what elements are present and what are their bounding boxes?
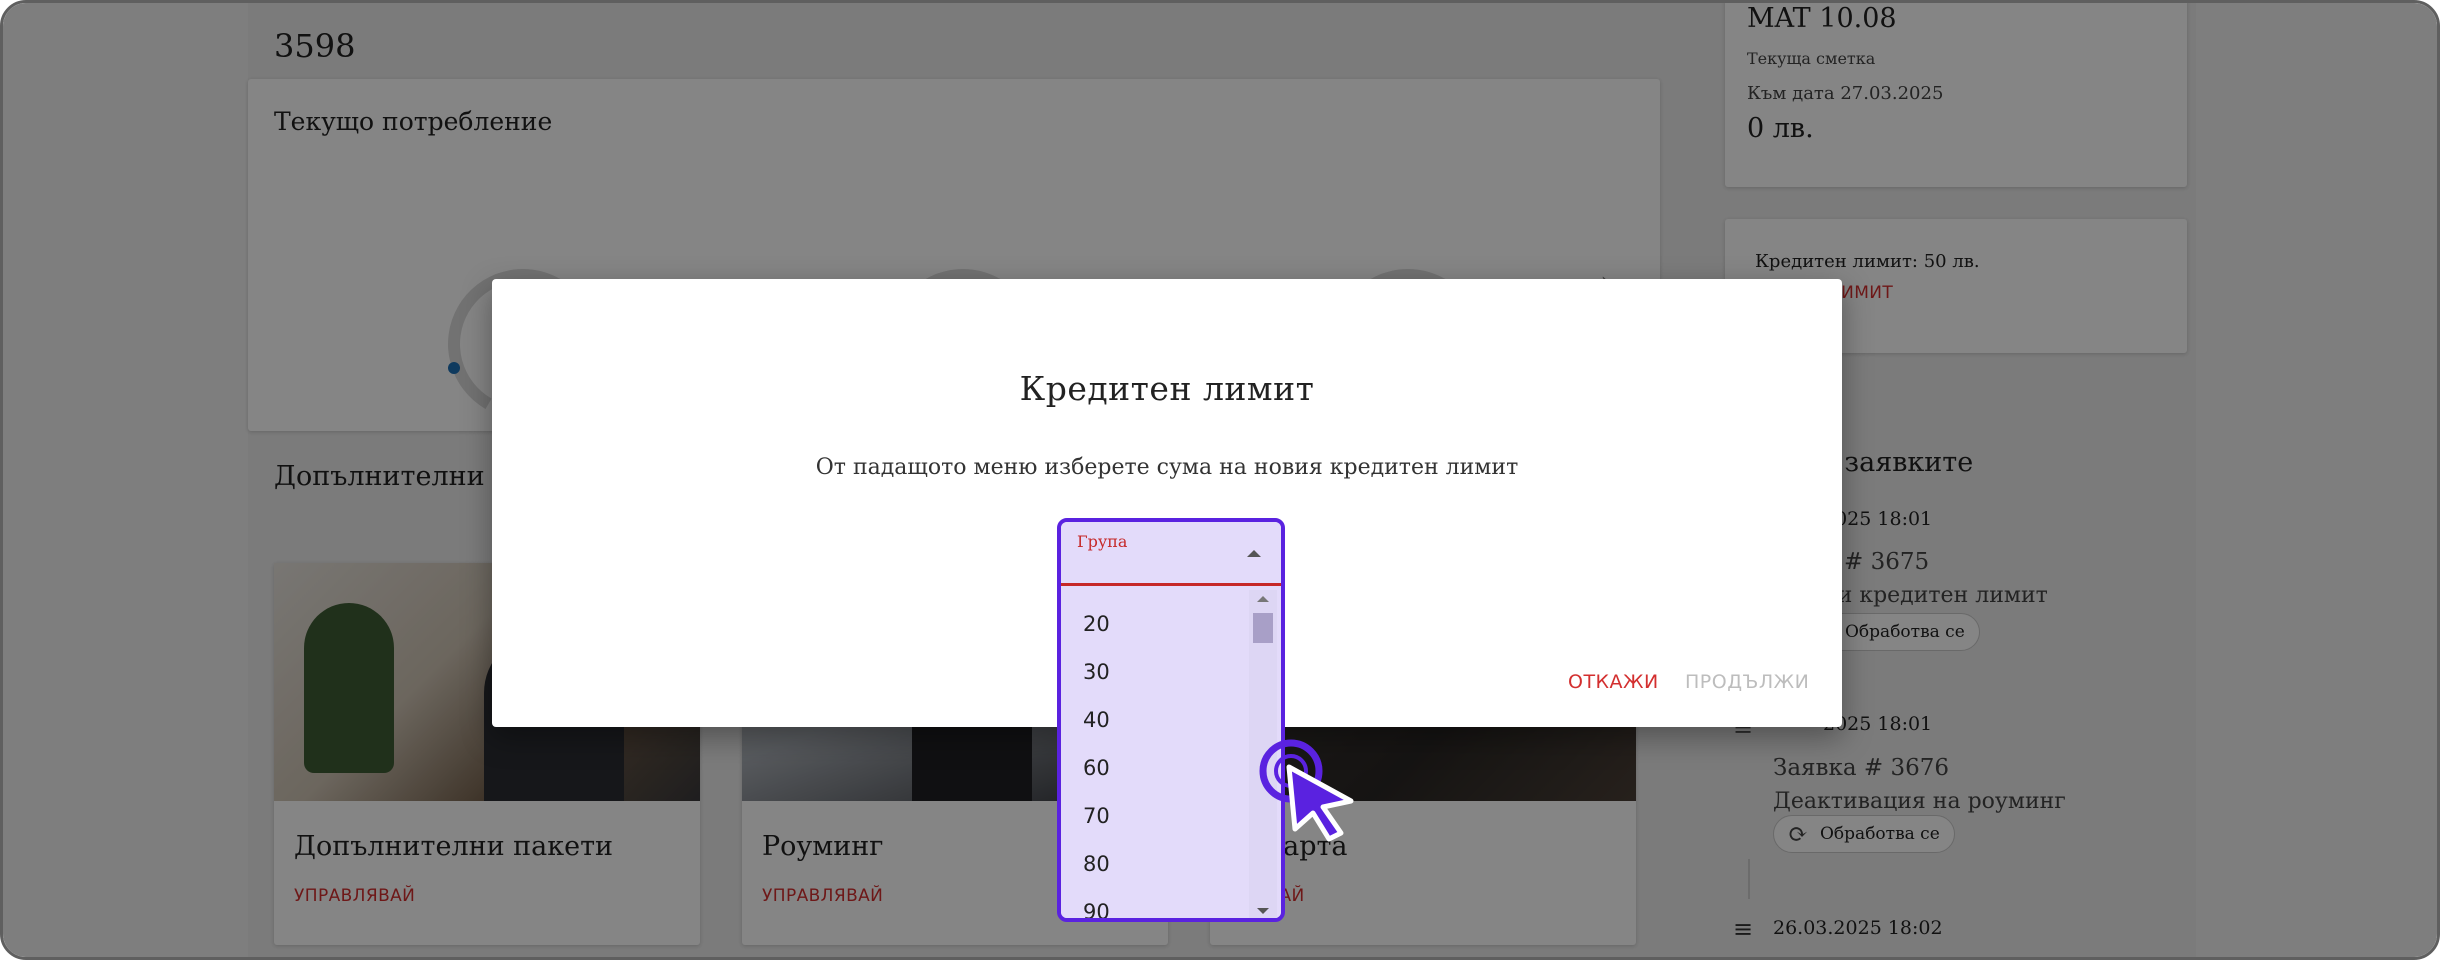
option-item[interactable]: 70 (1083, 804, 1110, 828)
option-item[interactable]: 40 (1083, 708, 1110, 732)
scroll-down-arrow-icon[interactable] (1257, 908, 1269, 914)
dialog-message: От падащото меню изберете сума на новия … (815, 455, 1519, 480)
scrollbar-thumb[interactable] (1253, 613, 1273, 643)
options-list: 20 30 40 60 70 80 90 (1061, 590, 1281, 918)
option-item[interactable]: 80 (1083, 852, 1110, 876)
pointer-cursor-icon (1259, 739, 1354, 842)
option-item[interactable]: 90 (1083, 900, 1110, 918)
scroll-up-arrow-icon[interactable] (1257, 596, 1269, 602)
option-item[interactable]: 60 (1083, 756, 1110, 780)
cancel-button[interactable]: Откажи (1568, 671, 1659, 693)
amount-select[interactable]: Група 20 30 40 60 70 80 90 (1057, 518, 1285, 922)
dialog-title: Кредитен лимит (1019, 369, 1315, 408)
chevron-up-icon[interactable] (1247, 550, 1261, 557)
option-item[interactable]: 30 (1083, 660, 1110, 684)
screen-frame: 3598 Текущо потребление › Допълнителни у… (0, 0, 2440, 960)
option-item[interactable]: 20 (1083, 612, 1110, 636)
select-label: Група (1077, 532, 1128, 551)
select-field[interactable]: Група (1061, 522, 1281, 586)
continue-button[interactable]: Продължи (1685, 671, 1809, 693)
